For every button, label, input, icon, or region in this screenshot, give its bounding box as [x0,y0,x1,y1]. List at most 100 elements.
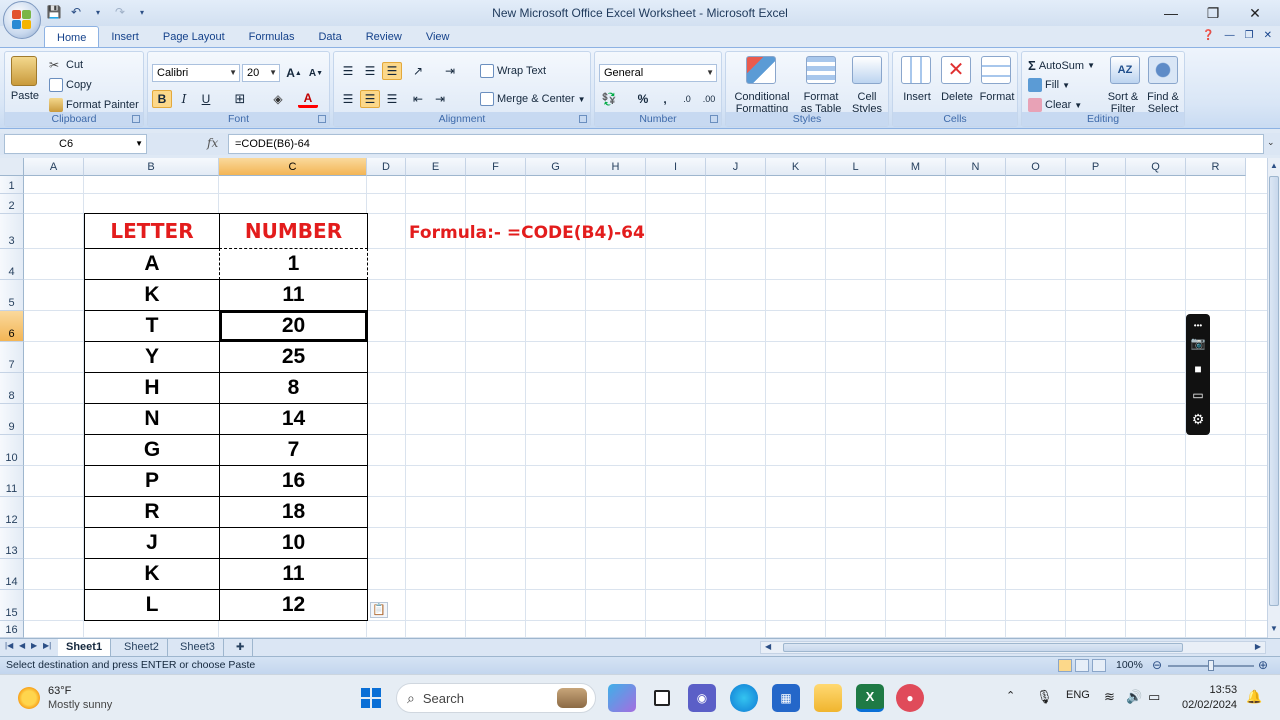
settings-gear-icon[interactable]: ⚙ [1189,410,1207,428]
row-header-2[interactable]: 2 [0,194,24,214]
row-header-14[interactable]: 14 [0,559,24,590]
row-header-13[interactable]: 13 [0,528,24,559]
tab-data[interactable]: Data [306,26,353,48]
excel-app-icon[interactable]: X [856,684,884,712]
scroll-down-icon[interactable]: ▼ [1270,624,1278,633]
tab-page-layout[interactable]: Page Layout [151,26,237,48]
letter-cell[interactable]: T [84,310,220,342]
expand-formula-bar-icon[interactable]: ⌄ [1267,137,1275,148]
column-header-h[interactable]: H [586,158,646,176]
column-header-b[interactable]: B [84,158,219,176]
taskbar-search[interactable]: ⌕ Search [396,683,596,713]
wifi-icon[interactable]: ≋ [1104,689,1115,705]
paste-options-icon[interactable]: 📋 [370,602,388,618]
sort-filter-icon[interactable]: AZ [1110,56,1140,84]
system-clock[interactable]: 13:53 02/02/2024 [1182,683,1237,713]
row-header-7[interactable]: 7 [0,342,24,373]
format-cells-button[interactable]: Format [975,91,1019,103]
column-header-o[interactable]: O [1006,158,1066,176]
row-header-11[interactable]: 11 [0,466,24,497]
zoom-slider-knob[interactable] [1208,660,1214,671]
row-header-6[interactable]: 6 [0,311,24,342]
font-color-icon[interactable]: A [298,90,318,108]
decrease-indent-icon[interactable]: ⇤ [408,90,428,108]
number-cell[interactable]: 12 [219,589,368,621]
copilot-icon[interactable] [608,684,636,712]
letter-cell[interactable]: G [84,434,220,466]
autosum-button[interactable]: Σ AutoSum ▼ [1028,58,1095,73]
column-header-n[interactable]: N [946,158,1006,176]
workbook-restore-icon[interactable]: ❐ [1245,30,1254,41]
name-box[interactable]: C6 ▼ [4,134,147,154]
page-break-view-icon[interactable] [1092,659,1106,672]
letter-cell[interactable]: N [84,403,220,435]
insert-cells-button[interactable]: Insert [895,91,939,103]
align-center-icon[interactable]: ☰ [360,90,380,108]
column-header-l[interactable]: L [826,158,886,176]
number-cell[interactable]: 11 [219,279,368,311]
alignment-launcher-icon[interactable] [579,115,587,123]
column-header-j[interactable]: J [706,158,766,176]
row-header-8[interactable]: 8 [0,373,24,404]
insert-cells-icon[interactable] [901,56,931,84]
format-cells-icon[interactable] [981,56,1011,84]
shrink-font-icon[interactable]: A ▼ [306,64,326,82]
first-sheet-icon[interactable]: |◀ [5,641,13,650]
increase-indent-icon[interactable]: ⇥ [430,90,450,108]
letter-cell[interactable]: Y [84,341,220,373]
number-cell[interactable]: 25 [219,341,368,373]
align-left-icon[interactable]: ☰ [338,90,358,108]
window-capture-icon[interactable]: ▭ [1189,386,1207,404]
worksheet-grid[interactable]: ABCDEFGHIJKLMNOPQR 1 2 3 4 5 6 7 8 9 10 11 12 13 14 15… [0,158,1267,638]
show-hidden-icons-icon[interactable]: ⌃ [1006,689,1015,702]
row-header-9[interactable]: 9 [0,404,24,435]
letter-cell[interactable]: J [84,527,220,559]
next-sheet-icon[interactable]: ▶ [31,641,37,650]
insert-function-button[interactable]: fx [207,136,218,150]
align-bottom-icon[interactable]: ☰ [382,62,402,80]
row-header-10[interactable]: 10 [0,435,24,466]
file-explorer-icon[interactable] [814,684,842,712]
tab-insert[interactable]: Insert [99,26,151,48]
scroll-left-icon[interactable]: ◀ [765,642,771,651]
borders-icon[interactable]: ⊞ [230,90,250,108]
normal-view-icon[interactable] [1058,659,1072,672]
workbook-minimize-icon[interactable]: — [1225,30,1235,41]
copy-button[interactable]: Copy [49,78,92,92]
tab-view[interactable]: View [414,26,462,48]
minimize-button[interactable]: — [1148,0,1194,26]
cell-styles-icon[interactable] [852,56,882,84]
scroll-right-icon[interactable]: ▶ [1255,642,1261,651]
binoculars-icon[interactable] [1148,56,1178,84]
number-cell[interactable]: 16 [219,465,368,497]
sheet-tab-sheet2[interactable]: Sheet2 [116,639,168,656]
increase-decimal-icon[interactable]: .0 [677,90,697,108]
number-cell[interactable]: 7 [219,434,368,466]
tab-formulas[interactable]: Formulas [237,26,307,48]
vertical-scroll-thumb[interactable] [1269,176,1279,606]
letter-cell[interactable]: L [84,589,220,621]
language-indicator[interactable]: ENG [1066,689,1090,701]
tab-review[interactable]: Review [354,26,414,48]
row-header-3[interactable]: 3 [0,214,24,249]
office-button[interactable] [3,1,41,39]
column-header-r[interactable]: R [1186,158,1246,176]
row-header-16[interactable]: 16 [0,621,24,638]
more-options-icon[interactable]: ••• [1189,316,1207,334]
sheet-tab-sheet3[interactable]: Sheet3 [172,639,224,656]
align-right-icon[interactable]: ☰ [382,90,402,108]
cut-button[interactable]: ✂ Cut [49,58,83,72]
notification-bell-icon[interactable]: 🔔 [1246,689,1262,705]
screen-recorder-icon[interactable]: ● [896,684,924,712]
letter-cell[interactable]: P [84,465,220,497]
letter-cell[interactable]: K [84,558,220,590]
letter-cell[interactable]: R [84,496,220,528]
column-header-m[interactable]: M [886,158,946,176]
microphone-icon[interactable]: 🎙 [1036,689,1053,705]
column-header-k[interactable]: K [766,158,826,176]
row-header-15[interactable]: 15 [0,590,24,621]
help-icon[interactable]: ❓ [1202,30,1214,41]
font-size-combo[interactable]: 20 ▼ [242,64,280,82]
zoom-in-icon[interactable]: ⊕ [1258,658,1268,672]
decrease-decimal-icon[interactable]: .00 [699,90,719,108]
